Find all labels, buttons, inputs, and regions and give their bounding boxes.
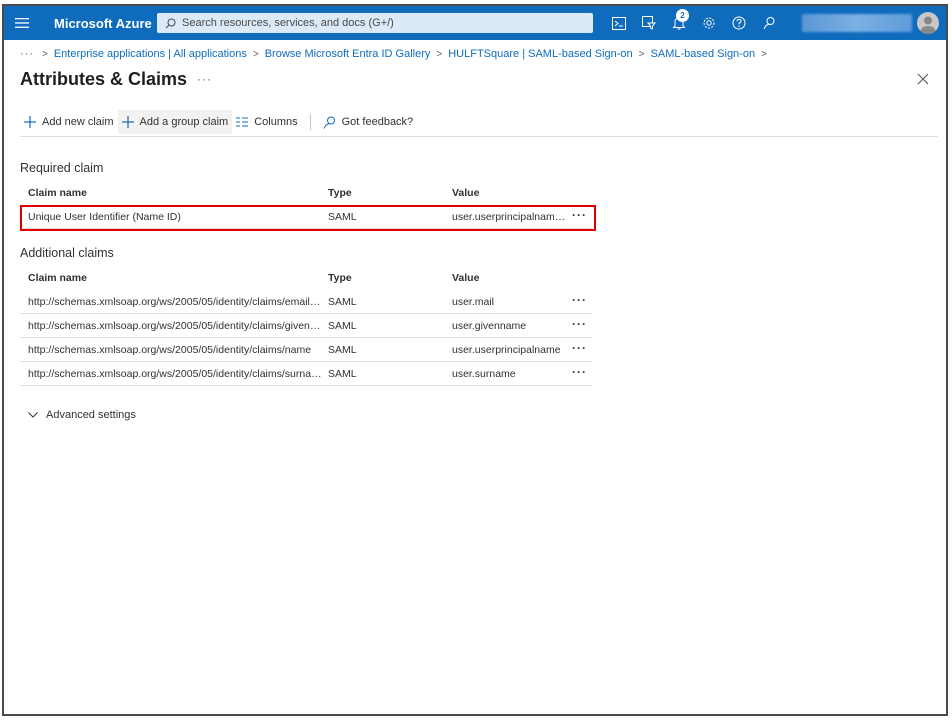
table-row[interactable]: http://schemas.xmlsoap.org/ws/2005/05/id… <box>20 290 592 314</box>
columns-button[interactable]: Columns <box>232 110 301 134</box>
advanced-settings-label: Advanced settings <box>46 409 136 421</box>
chevron-right-icon: > <box>42 48 48 60</box>
more-icon[interactable]: ··· <box>572 314 587 338</box>
cloud-shell-icon[interactable] <box>604 6 634 40</box>
claim-type: SAML <box>328 320 357 332</box>
page-title: Attributes & Claims <box>20 69 188 89</box>
help-icon[interactable] <box>724 6 754 40</box>
gear-icon[interactable] <box>694 6 724 40</box>
required-claim-heading: Required claim <box>20 161 104 175</box>
account-name[interactable] <box>802 14 912 32</box>
claim-type: SAML <box>328 344 357 356</box>
command-bar: Add new claim Add a group claim Columns … <box>20 110 417 134</box>
feedback-icon <box>323 116 335 129</box>
claim-type: SAML <box>328 296 357 308</box>
add-group-claim-button[interactable]: Add a group claim <box>117 110 233 134</box>
claim-value: user.mail <box>452 296 495 308</box>
chevron-right-icon: > <box>638 48 645 60</box>
chevron-down-icon <box>28 412 38 418</box>
advanced-settings-toggle[interactable]: Advanced settings <box>28 409 136 421</box>
azure-portal-window: Microsoft Azure Search resources, servic… <box>2 4 948 716</box>
bell-icon[interactable]: 2 <box>664 6 694 40</box>
column-header-claim-name[interactable]: Claim name <box>28 181 322 205</box>
hamburger-icon[interactable] <box>4 6 40 40</box>
additional-claims-table: Claim name Type Value http://schemas.xml… <box>20 266 592 386</box>
more-icon[interactable]: ··· <box>572 290 587 314</box>
feedback-label: Got feedback? <box>341 116 414 128</box>
additional-claims-heading: Additional claims <box>20 246 114 260</box>
column-header-claim-name[interactable]: Claim name <box>28 266 322 290</box>
add-new-claim-button[interactable]: Add new claim <box>20 110 118 134</box>
notification-badge: 2 <box>676 9 689 22</box>
breadcrumb-overflow[interactable]: ··· <box>20 48 34 60</box>
breadcrumb-item-gallery[interactable]: Browse Microsoft Entra ID Gallery <box>265 48 431 60</box>
chevron-right-icon: > <box>761 48 767 60</box>
feedback-icon[interactable] <box>754 6 784 40</box>
more-icon[interactable]: ··· <box>197 72 212 86</box>
search-placeholder: Search resources, services, and docs (G+… <box>182 17 394 29</box>
top-bar: Microsoft Azure Search resources, servic… <box>4 6 946 40</box>
breadcrumb: ··· > Enterprise applications | All appl… <box>20 46 773 62</box>
toolbar-divider-line <box>20 136 938 137</box>
claim-value: user.givenname <box>452 320 527 332</box>
breadcrumb-item-hulftsquare[interactable]: HULFTSquare | SAML-based Sign-on <box>448 48 632 60</box>
claim-name[interactable]: http://schemas.xmlsoap.org/ws/2005/05/id… <box>28 290 322 314</box>
plus-icon <box>24 116 36 128</box>
toolbar-divider <box>309 114 311 130</box>
claim-name[interactable]: http://schemas.xmlsoap.org/ws/2005/05/id… <box>28 314 322 338</box>
claim-name[interactable]: http://schemas.xmlsoap.org/ws/2005/05/id… <box>28 362 322 386</box>
column-header-type[interactable]: Type <box>328 181 438 205</box>
columns-icon <box>236 117 249 127</box>
column-header-value[interactable]: Value <box>452 181 570 205</box>
columns-label: Columns <box>254 116 298 128</box>
feedback-button[interactable]: Got feedback? <box>319 110 418 134</box>
highlight-box <box>20 205 596 231</box>
claim-value: user.surname <box>452 368 516 380</box>
table-header: Claim name Type Value <box>20 181 592 205</box>
brand-title[interactable]: Microsoft Azure <box>54 16 152 31</box>
more-icon[interactable]: ··· <box>572 362 587 386</box>
add-group-claim-label: Add a group claim <box>139 116 229 128</box>
search-input[interactable]: Search resources, services, and docs (G+… <box>157 13 593 33</box>
chevron-right-icon: > <box>436 48 443 60</box>
plus-icon <box>121 116 134 128</box>
more-icon[interactable]: ··· <box>572 338 587 362</box>
directory-filter-icon[interactable] <box>634 6 664 40</box>
breadcrumb-item-enterprise-apps[interactable]: Enterprise applications | All applicatio… <box>54 48 247 60</box>
column-header-value[interactable]: Value <box>452 266 570 290</box>
search-icon <box>165 18 176 28</box>
table-row[interactable]: http://schemas.xmlsoap.org/ws/2005/05/id… <box>20 314 592 338</box>
claim-value: user.userprincipalname <box>452 344 561 356</box>
claim-type: SAML <box>328 368 357 380</box>
table-row[interactable]: http://schemas.xmlsoap.org/ws/2005/05/id… <box>20 338 592 362</box>
avatar[interactable] <box>917 12 939 34</box>
add-new-claim-label: Add new claim <box>42 116 114 128</box>
claim-name[interactable]: http://schemas.xmlsoap.org/ws/2005/05/id… <box>28 338 322 362</box>
breadcrumb-item-saml-sso[interactable]: SAML-based Sign-on <box>651 48 756 60</box>
column-header-type[interactable]: Type <box>328 266 438 290</box>
chevron-right-icon: > <box>252 48 259 60</box>
close-icon[interactable] <box>916 72 932 88</box>
table-row[interactable]: http://schemas.xmlsoap.org/ws/2005/05/id… <box>20 362 592 386</box>
table-header: Claim name Type Value <box>20 266 592 290</box>
top-icons: 2 <box>604 6 784 40</box>
